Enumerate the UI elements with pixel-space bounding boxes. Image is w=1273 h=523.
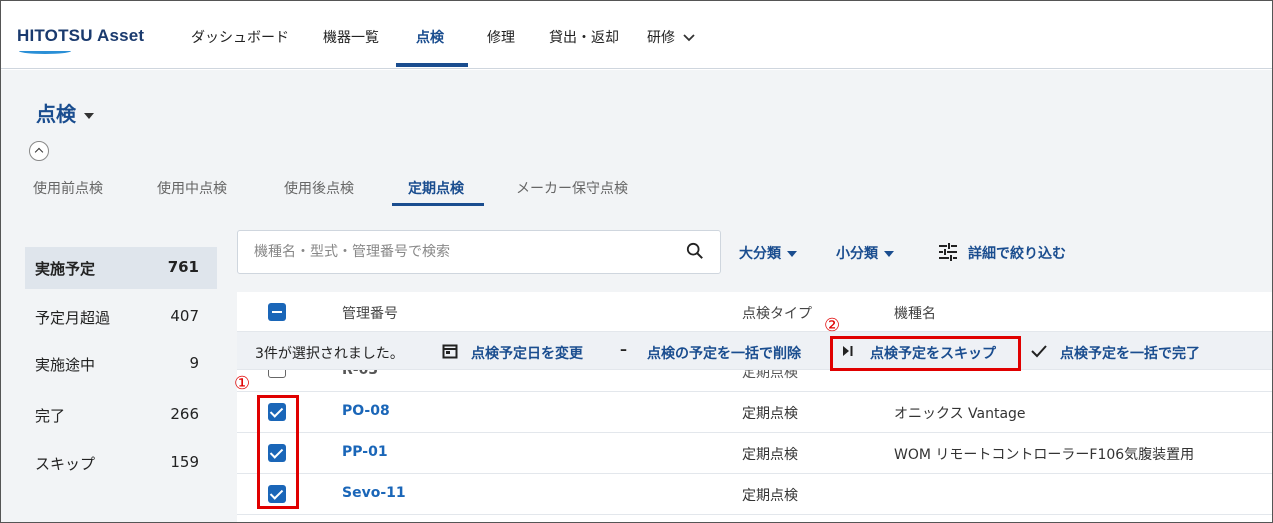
nav-training-label: 研修 bbox=[647, 30, 675, 46]
status-filter-scheduled[interactable]: 実施予定 761 bbox=[25, 247, 217, 289]
annotation-number-2: ② bbox=[824, 315, 841, 336]
column-header-type[interactable]: 点検タイプ bbox=[742, 303, 812, 323]
row-id[interactable]: R-03 bbox=[342, 370, 378, 378]
inspection-table: 管理番号 点検タイプ 機種名 3件が選択されました。 点検予定日を変更 – 点検… bbox=[237, 292, 1272, 522]
row-type: 定期点検 bbox=[742, 488, 798, 504]
row-checkbox[interactable] bbox=[268, 370, 286, 378]
status-count: 266 bbox=[170, 405, 199, 423]
row-model: WOM リモートコントローラーF106気腹装置用 bbox=[894, 447, 1195, 463]
nav-active-indicator bbox=[396, 63, 468, 67]
select-all-checkbox[interactable] bbox=[268, 303, 286, 321]
nav-inspection[interactable]: 点検 bbox=[416, 27, 444, 47]
check-icon bbox=[1031, 345, 1047, 358]
status-filter-skipped[interactable]: スキップ 159 bbox=[25, 443, 217, 483]
caret-down-icon bbox=[787, 251, 797, 257]
top-navigation: HITOTSU Asset ダッシュボード 機器一覧 点検 修理 貸出・返却 研… bbox=[1, 1, 1272, 69]
table-row[interactable]: R-03 定期点検 bbox=[237, 370, 1272, 392]
row-type: 定期点検 bbox=[742, 370, 798, 381]
row-type: 定期点検 bbox=[742, 406, 798, 422]
annotation-box-checkboxes bbox=[257, 395, 299, 509]
nav-equipment-list[interactable]: 機器一覧 bbox=[323, 27, 379, 47]
tab-maker-maintenance[interactable]: メーカー保守点検 bbox=[516, 178, 628, 198]
major-category-dropdown[interactable]: 大分類 bbox=[739, 243, 797, 263]
selected-count: 3件が選択されました。 bbox=[255, 346, 404, 362]
table-row[interactable]: PP-01 定期点検 WOM リモートコントローラーF106気腹装置用 bbox=[237, 433, 1272, 474]
search-placeholder: 機種名・型式・管理番号で検索 bbox=[254, 244, 450, 260]
nav-training[interactable]: 研修 bbox=[647, 27, 696, 47]
row-id[interactable]: PP-01 bbox=[342, 444, 388, 460]
status-count: 159 bbox=[170, 453, 199, 471]
table-row[interactable]: Sevo-11 定期点検 bbox=[237, 474, 1272, 515]
minus-icon: – bbox=[620, 342, 627, 358]
app-logo[interactable]: HITOTSU Asset bbox=[17, 26, 144, 46]
status-label: 予定月超過 bbox=[35, 309, 111, 327]
status-filter-completed[interactable]: 完了 266 bbox=[25, 395, 217, 435]
tab-periodic[interactable]: 定期点検 bbox=[408, 178, 464, 198]
tab-in-use[interactable]: 使用中点検 bbox=[157, 178, 227, 198]
status-label: スキップ bbox=[35, 455, 96, 473]
bulk-delete-button[interactable]: 点検の予定を一括で削除 bbox=[647, 343, 801, 363]
status-filter-in-progress[interactable]: 実施途中 9 bbox=[25, 344, 217, 384]
change-date-button[interactable]: 点検予定日を変更 bbox=[471, 343, 583, 363]
annotation-box-skip bbox=[830, 336, 1021, 371]
chevron-down-icon bbox=[683, 34, 696, 42]
calendar-icon bbox=[442, 344, 458, 359]
bulk-action-bar: 3件が選択されました。 点検予定日を変更 – 点検の予定を一括で削除 点検予定を… bbox=[237, 332, 1272, 370]
status-count: 9 bbox=[189, 354, 199, 372]
caret-down-icon bbox=[84, 112, 94, 119]
table-row[interactable]: PO-08 定期点検 オニックス Vantage bbox=[237, 392, 1272, 433]
logo-swoosh-icon bbox=[19, 48, 71, 54]
search-icon[interactable] bbox=[686, 242, 704, 260]
column-header-model[interactable]: 機種名 bbox=[894, 303, 936, 323]
tab-pre-use[interactable]: 使用前点検 bbox=[33, 178, 103, 198]
row-model: オニックス Vantage bbox=[894, 406, 1026, 422]
search-input[interactable]: 機種名・型式・管理番号で検索 bbox=[237, 230, 721, 274]
bulk-complete-button[interactable]: 点検予定を一括で完了 bbox=[1060, 343, 1200, 363]
page-title-dropdown[interactable]: 点検 bbox=[36, 98, 94, 127]
sub-tab-active-indicator bbox=[392, 203, 484, 206]
caret-down-icon bbox=[884, 251, 894, 257]
annotation-number-1: ① bbox=[234, 373, 251, 394]
nav-repair[interactable]: 修理 bbox=[487, 27, 515, 47]
status-count: 407 bbox=[170, 307, 199, 325]
row-id[interactable]: Sevo-11 bbox=[342, 485, 406, 501]
tune-icon bbox=[939, 243, 957, 261]
detail-filter-button[interactable]: 詳細で絞り込む bbox=[968, 243, 1066, 263]
collapse-up-button[interactable] bbox=[29, 141, 49, 161]
minor-category-label: 小分類 bbox=[836, 246, 878, 262]
table-header: 管理番号 点検タイプ 機種名 bbox=[237, 292, 1272, 332]
status-filter-overdue[interactable]: 予定月超過 407 bbox=[25, 297, 217, 337]
tab-post-use[interactable]: 使用後点検 bbox=[284, 178, 354, 198]
row-id[interactable]: PO-08 bbox=[342, 403, 390, 419]
status-label: 完了 bbox=[35, 407, 66, 425]
nav-lending[interactable]: 貸出・返却 bbox=[549, 27, 619, 47]
page-title: 点検 bbox=[36, 102, 76, 126]
row-type: 定期点検 bbox=[742, 447, 798, 463]
column-header-id[interactable]: 管理番号 bbox=[342, 303, 398, 323]
minor-category-dropdown[interactable]: 小分類 bbox=[836, 243, 894, 263]
status-count: 761 bbox=[167, 258, 199, 276]
status-label: 実施予定 bbox=[35, 260, 96, 278]
status-label: 実施途中 bbox=[35, 356, 96, 374]
nav-dashboard[interactable]: ダッシュボード bbox=[191, 27, 289, 47]
major-category-label: 大分類 bbox=[739, 246, 781, 262]
